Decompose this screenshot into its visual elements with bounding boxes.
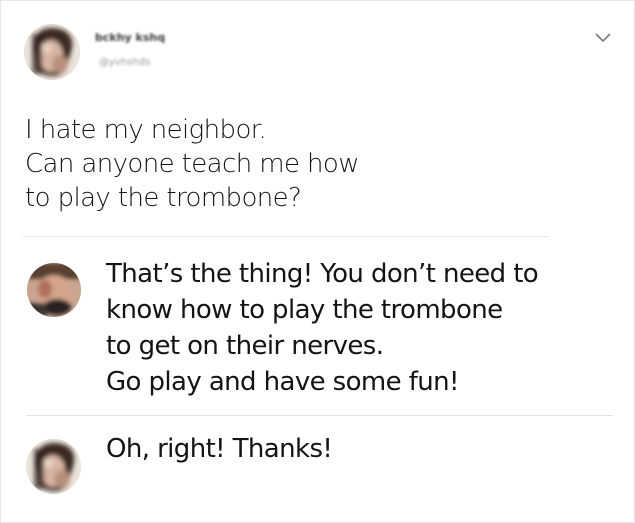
reply-text-line: know how to play the trombone	[106, 295, 503, 325]
reply-text-line: Oh, right! Thanks!	[106, 434, 333, 464]
post-text-line: Can anyone teach me how	[25, 149, 359, 179]
post-author-handle[interactable]: @yvhshds	[99, 57, 150, 68]
reply-2-author-avatar[interactable]	[26, 439, 81, 494]
reply-text-line: That’s the thing! You don’t need to	[106, 259, 539, 289]
reply-text-line: Go play and have some fun!	[106, 367, 459, 397]
post-author-avatar[interactable]	[24, 24, 80, 80]
blurred-face-image	[24, 24, 80, 80]
post-text-line: to play the trombone?	[25, 183, 302, 213]
tweet-card: bckhy kshq @yvhshds I hate my neighbor. …	[0, 0, 635, 523]
reply-1-author-avatar[interactable]	[27, 263, 81, 317]
blurred-face-image	[27, 263, 81, 317]
chevron-down-icon[interactable]	[594, 31, 612, 45]
post-body: I hate my neighbor. Can anyone teach me …	[25, 113, 545, 215]
divider	[23, 236, 547, 237]
blurred-face-image	[26, 439, 81, 494]
reply-2-body: Oh, right! Thanks!	[106, 431, 333, 467]
divider	[26, 415, 613, 416]
post-author-name[interactable]: bckhy kshq	[95, 31, 165, 44]
post-text-line: I hate my neighbor.	[25, 115, 267, 145]
reply-1-body: That’s the thing! You don’t need to know…	[106, 256, 539, 400]
reply-text-line: to get on their nerves.	[106, 331, 384, 361]
